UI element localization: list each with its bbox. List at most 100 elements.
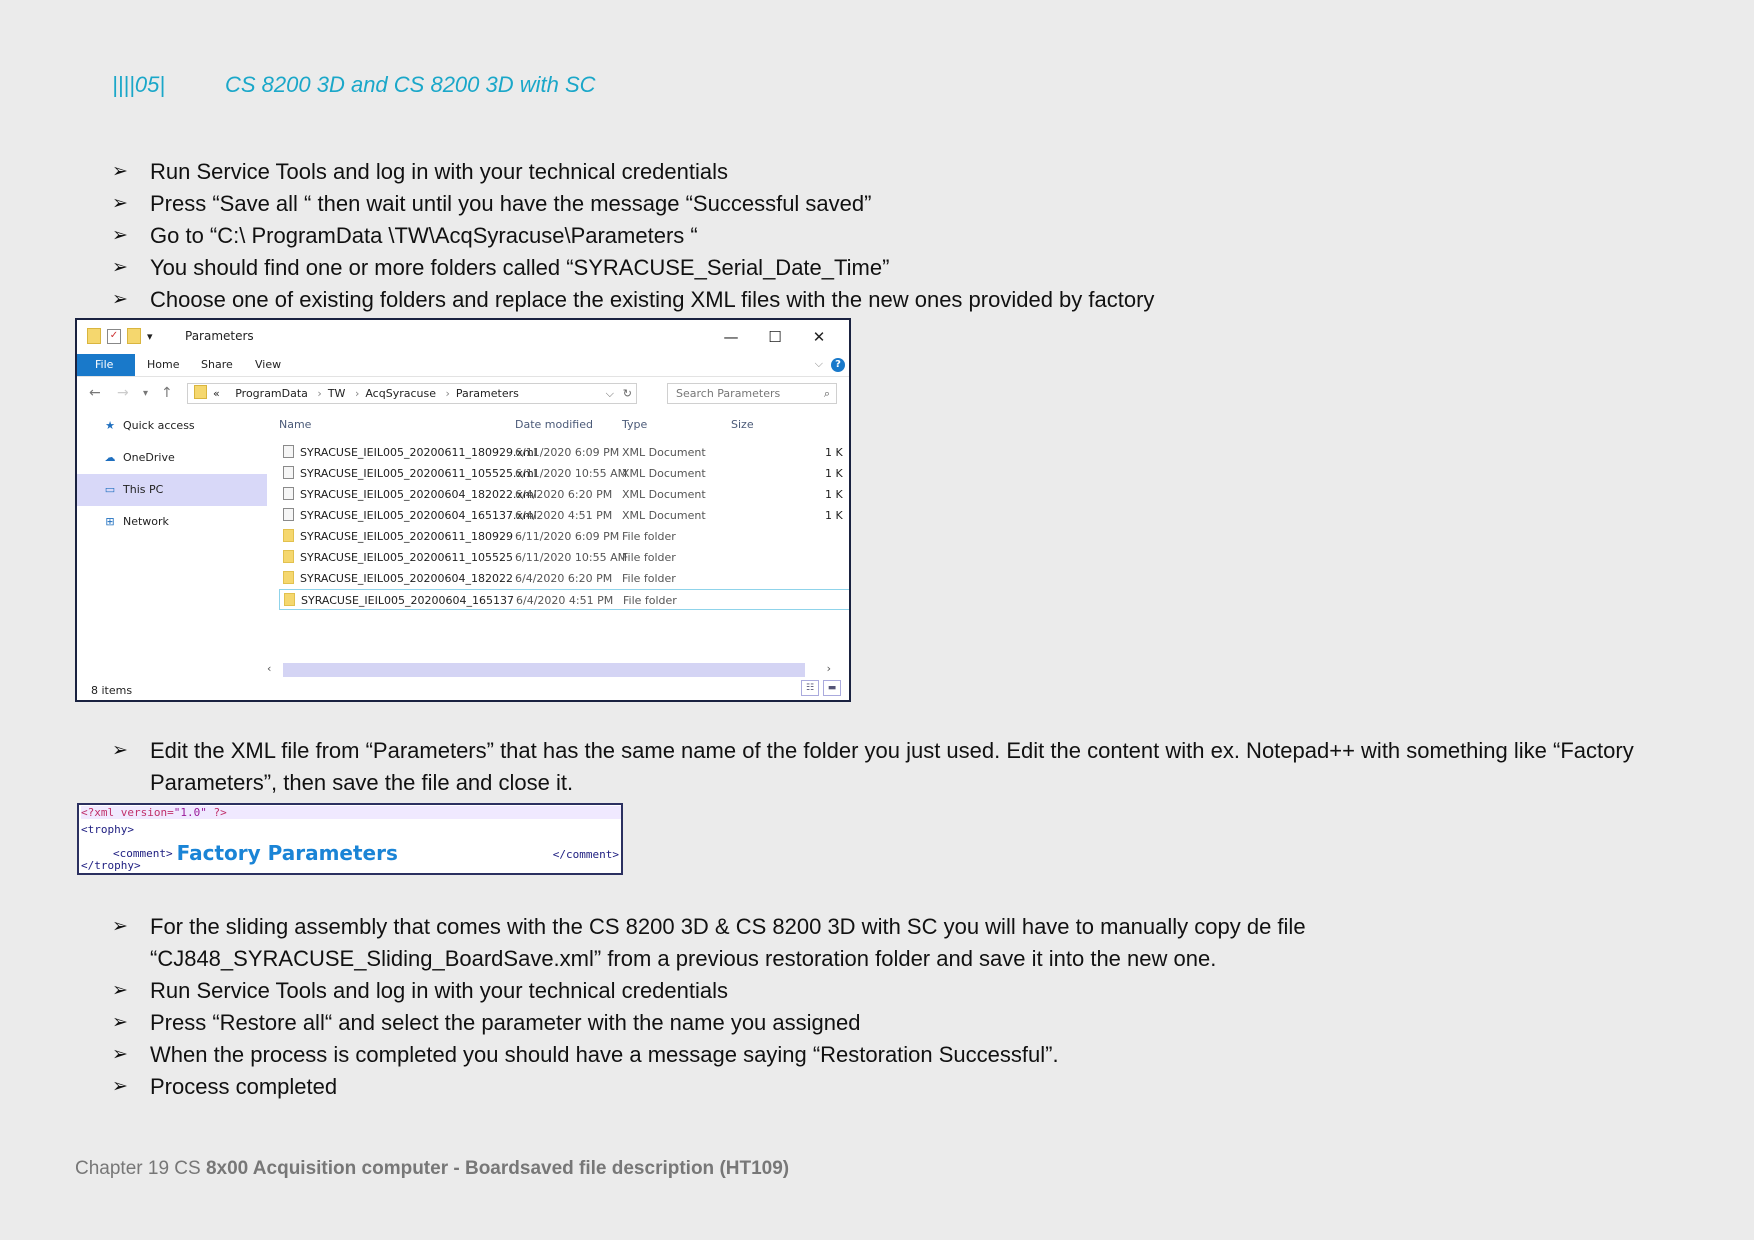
bullet-arrow-icon: ➢	[112, 289, 128, 310]
file-name: SYRACUSE_IEIL005_20200611_105525.xml	[300, 467, 537, 480]
file-name: SYRACUSE_IEIL005_20200604_182022.xml	[300, 488, 537, 501]
footer-title: 8x00 Acquisition computer - Boardsaved f…	[205, 1158, 790, 1179]
bullet-arrow-icon: ➢	[112, 916, 128, 937]
window-controls: — ☐ ✕	[709, 324, 841, 350]
file-list-header: Name Date modified Type Size	[279, 418, 849, 436]
bullet-arrow-icon: ➢	[112, 740, 128, 761]
tab-view: View	[255, 358, 282, 371]
folder-icon	[284, 593, 295, 606]
file-name-cell: SYRACUSE_IEIL005_20200604_165137	[280, 590, 514, 611]
close-button: ✕	[812, 328, 826, 346]
nav-item-label: OneDrive	[123, 451, 175, 464]
address-dropdown-icon: ⌵	[605, 387, 614, 400]
step-text: When the process is completed you should…	[150, 1042, 1059, 1067]
steps-list-edit: ➢ Edit the XML file from “Parameters” tha…	[112, 735, 1672, 799]
navigation-pane: ★ Quick access ☁ OneDrive ▭ This PC ⊞ Network	[77, 410, 267, 538]
file-row: SYRACUSE_IEIL005_20200604_165137.xml 6/4/…	[279, 505, 849, 526]
xml-declaration-line: <?xml version="1.0" ?>	[81, 806, 621, 819]
file-name: SYRACUSE_IEIL005_20200604_165137	[301, 594, 514, 607]
explorer-titlebar: ✓ ▾ Parameters — ☐ ✕	[77, 320, 849, 354]
xml-file-icon	[283, 466, 294, 479]
step-text: For the sliding assembly that comes with…	[150, 914, 1306, 971]
file-name-cell: SYRACUSE_IEIL005_20200604_165137.xml	[279, 505, 537, 526]
file-name: SYRACUSE_IEIL005_20200611_105525	[300, 551, 513, 564]
folder-icon	[194, 385, 207, 399]
explorer-ribbon: File Home Share View ⌵ ?	[77, 354, 849, 377]
step-item: ➢ Process completed	[112, 1071, 1672, 1103]
xml-file-icon	[283, 487, 294, 500]
file-name: SYRACUSE_IEIL005_20200604_165137.xml	[300, 509, 537, 522]
breadcrumb-parameters: Parameters	[455, 387, 519, 400]
xml-trophy-open: <trophy>	[81, 823, 134, 836]
file-size: 1 K	[825, 488, 843, 501]
bullet-arrow-icon: ➢	[112, 1012, 128, 1033]
bullet-arrow-icon: ➢	[112, 193, 128, 214]
bullet-arrow-icon: ➢	[112, 1076, 128, 1097]
customize-dropdown-icon: ▾	[147, 329, 153, 343]
breadcrumb-programdata: ProgramData	[235, 387, 308, 400]
section-title: CS 8200 3D and CS 8200 3D with SC	[225, 72, 596, 97]
column-size: Size	[731, 418, 754, 431]
horizontal-scrollbar: ‹ ›	[263, 662, 839, 677]
file-name-cell: SYRACUSE_IEIL005_20200611_180929.xml	[279, 442, 537, 463]
bullet-arrow-icon: ➢	[112, 161, 128, 182]
explorer-navbar: ← → ▾ ↑ « ProgramData › TW › AcqSyracuse ›…	[77, 377, 849, 411]
file-size: 1 K	[825, 446, 843, 459]
page-footer: Chapter 19 CS 8x00 Acquisition computer …	[75, 1158, 789, 1180]
details-view-icon: ☷	[801, 680, 819, 696]
file-date: 6/4/2020 6:20 PM	[515, 488, 613, 501]
file-size: 1 K	[825, 509, 843, 522]
file-type: File folder	[623, 594, 677, 607]
file-name-cell: SYRACUSE_IEIL005_20200604_182022.xml	[279, 484, 537, 505]
forward-arrow-icon: →	[117, 385, 129, 401]
steps-list-top: ➢ Run Service Tools and log in with your …	[112, 156, 1672, 316]
xml-snippet-screenshot: <?xml version="1.0" ?> <trophy> <comment…	[77, 803, 623, 875]
step-item: ➢ Edit the XML file from “Parameters” tha…	[112, 735, 1672, 799]
breadcrumb-acqsyracuse: AcqSyracuse	[365, 387, 436, 400]
bullet-arrow-icon: ➢	[112, 980, 128, 1001]
xml-file-icon	[283, 445, 294, 458]
file-date: 6/4/2020 6:20 PM	[515, 572, 613, 585]
file-name-cell: SYRACUSE_IEIL005_20200604_182022	[279, 568, 513, 589]
tab-file: File	[77, 354, 135, 376]
view-buttons: ☷ ▬	[801, 680, 841, 696]
file-date: 6/11/2020 10:55 AM	[515, 467, 628, 480]
bullet-arrow-icon: ➢	[112, 257, 128, 278]
step-item: ➢ For the sliding assembly that comes wit…	[112, 911, 1672, 975]
file-name: SYRACUSE_IEIL005_20200611_180929.xml	[300, 446, 537, 459]
nav-item-icon: ⊞	[105, 515, 115, 528]
nav-item-label: Network	[123, 515, 169, 528]
scrollbar-thumb	[283, 663, 805, 677]
file-row: SYRACUSE_IEIL005_20200611_105525 6/11/202…	[279, 547, 849, 568]
xml-decl-end: ?>	[206, 806, 227, 819]
step-item: ➢ Press “Save all “ then wait until you h…	[112, 188, 1672, 220]
file-explorer-screenshot: ✓ ▾ Parameters — ☐ ✕ File Home Share Vie…	[75, 318, 851, 702]
scroll-right-icon: ›	[826, 662, 831, 675]
up-arrow-icon: ↑	[161, 385, 173, 401]
column-type: Type	[622, 418, 648, 431]
nav-item-onedrive: ☁ OneDrive	[77, 442, 267, 474]
nav-item-this-pc: ▭ This PC	[77, 474, 267, 506]
properties-icon: ✓	[107, 328, 121, 344]
step-item: ➢ When the process is completed you shoul…	[112, 1039, 1672, 1071]
xml-comment-close: </comment>	[552, 848, 619, 861]
step-text: Process completed	[150, 1074, 338, 1099]
step-text: You should find one or more folders call…	[150, 255, 890, 280]
tab-share: Share	[201, 358, 233, 371]
xml-comment-value: Factory Parameters	[176, 841, 398, 865]
xml-file-icon	[283, 508, 294, 521]
folder-icon	[283, 571, 294, 584]
address-prefix: «	[213, 387, 220, 400]
maximize-button: ☐	[768, 328, 782, 346]
recent-dropdown-icon: ▾	[143, 388, 149, 399]
tab-home: Home	[147, 358, 180, 371]
file-row: SYRACUSE_IEIL005_20200611_180929 6/11/202…	[279, 526, 849, 547]
xml-decl-text: <?xml version=	[81, 806, 174, 819]
nav-item-network: ⊞ Network	[77, 506, 267, 538]
file-name: SYRACUSE_IEIL005_20200611_180929	[300, 530, 513, 543]
file-date: 6/11/2020 6:09 PM	[515, 530, 620, 543]
step-item: ➢ Run Service Tools and log in with your …	[112, 975, 1672, 1007]
back-arrow-icon: ←	[89, 385, 101, 401]
file-type: XML Document	[622, 467, 706, 480]
file-date: 6/4/2020 4:51 PM	[515, 509, 613, 522]
